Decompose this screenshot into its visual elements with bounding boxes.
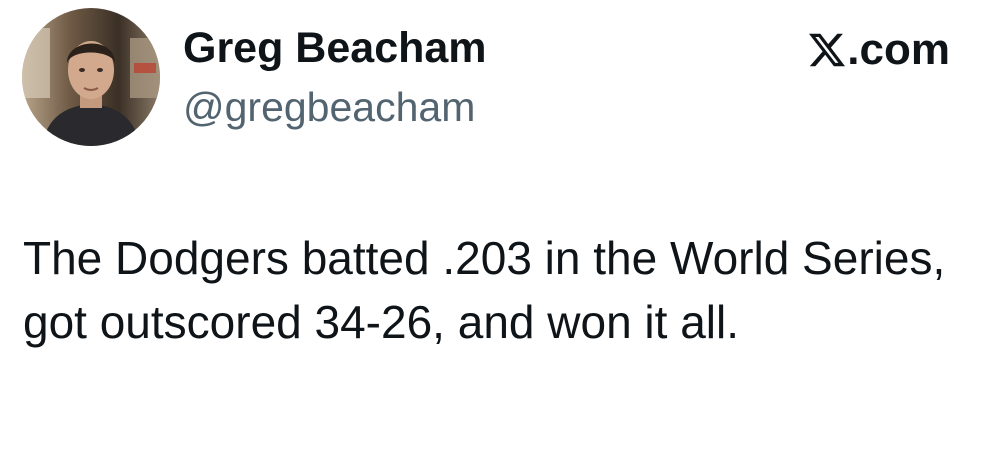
source-domain-label: .com [847, 25, 950, 74]
x-logo-icon [808, 32, 846, 68]
avatar[interactable] [22, 8, 160, 146]
source-link[interactable]: .com [808, 26, 950, 74]
tweet-card: Greg Beacham @gregbeacham .com The Dodge… [0, 0, 1000, 456]
tweet-text: The Dodgers batted .203 in the World Ser… [23, 232, 946, 348]
avatar-photo-icon [22, 8, 160, 146]
author-display-name[interactable]: Greg Beacham [183, 24, 487, 72]
author-handle[interactable]: @gregbeacham [183, 83, 475, 131]
